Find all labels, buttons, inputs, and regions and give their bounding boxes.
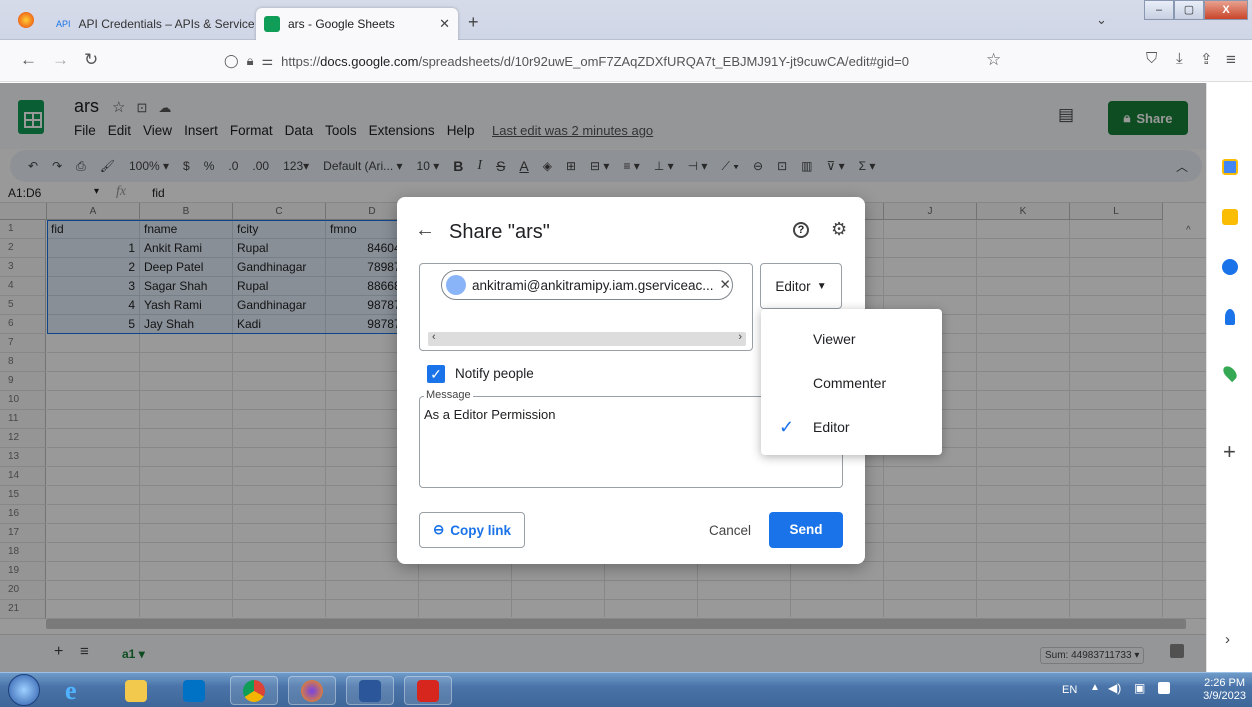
- show-hidden-icons[interactable]: ▲: [1090, 682, 1100, 693]
- role-dropdown-button[interactable]: Editor ▼: [760, 263, 842, 309]
- side-panel: + ›: [1206, 83, 1252, 672]
- clock-time: 2:26 PM: [1204, 677, 1246, 689]
- taskbar-outlook[interactable]: [170, 676, 218, 705]
- tab-api-credentials[interactable]: API API Credentials – APIs & Services – …: [48, 8, 254, 40]
- back-icon[interactable]: ←: [20, 50, 37, 70]
- maximize-button[interactable]: ▢: [1174, 0, 1204, 20]
- caret-down-icon: ▼: [816, 280, 827, 292]
- maps-icon[interactable]: [1220, 363, 1240, 383]
- scroll-left-icon[interactable]: ‹: [432, 331, 436, 343]
- permissions-icon[interactable]: ⚌: [261, 53, 273, 69]
- scroll-right-icon[interactable]: ›: [738, 331, 742, 343]
- role-menu: Viewer Commenter ✓ Editor: [761, 309, 942, 455]
- taskbar-firefox[interactable]: [288, 676, 336, 705]
- language-indicator[interactable]: EN: [1062, 684, 1077, 696]
- downloads-icon[interactable]: ⤓: [1176, 50, 1183, 67]
- volume-icon[interactable]: ◀): [1108, 681, 1121, 695]
- calendar-icon[interactable]: [1222, 159, 1238, 175]
- minimize-button[interactable]: –: [1144, 0, 1174, 20]
- settings-gear-icon[interactable]: ⚙: [831, 219, 847, 240]
- app-menu-icon[interactable]: ≡: [1226, 50, 1236, 70]
- system-clock[interactable]: 2:26 PM 3/9/2023: [1203, 677, 1246, 703]
- role-option-viewer[interactable]: Viewer: [761, 317, 942, 361]
- sheets-icon: [264, 16, 280, 32]
- windows-taskbar: e EN ▲ ◀) ▣ 2:26 PM 3/9/2023: [0, 672, 1252, 707]
- api-icon: API: [56, 19, 71, 29]
- url-bar[interactable]: ◯ 🔒︎ ⚌ https://docs.google.com/spreadshe…: [216, 47, 1012, 75]
- url-text: https://docs.google.com/spreadsheets/d/1…: [281, 53, 909, 69]
- taskbar-word[interactable]: [346, 676, 394, 705]
- tasks-icon[interactable]: [1222, 259, 1238, 275]
- chip-email: ankitrami@ankitramipy.iam.gserviceac...: [472, 277, 714, 293]
- navigation-bar: ← → ↻ ◯ 🔒︎ ⚌ https://docs.google.com/spr…: [0, 40, 1252, 82]
- show-side-panel-icon[interactable]: ›: [1225, 631, 1230, 648]
- message-text: As a Editor Permission: [424, 407, 556, 422]
- copy-link-label: Copy link: [450, 522, 512, 538]
- recipient-chip[interactable]: ankitrami@ankitramipy.iam.gserviceac... …: [441, 270, 733, 300]
- reload-icon[interactable]: ↻: [84, 50, 98, 70]
- folder-icon: [125, 679, 147, 702]
- list-tabs-icon[interactable]: ⌄: [1096, 12, 1107, 28]
- role-option-label: Editor: [813, 419, 850, 435]
- cancel-button[interactable]: Cancel: [709, 523, 751, 538]
- browser-tab-bar: API API Credentials – APIs & Services – …: [0, 0, 1252, 40]
- dialog-title: Share "ars": [449, 221, 550, 243]
- tab-label: API Credentials – APIs & Services –: [78, 17, 254, 31]
- acrobat-icon: [417, 679, 439, 702]
- bookmark-star-icon[interactable]: ☆: [986, 50, 1001, 70]
- contacts-icon[interactable]: [1225, 309, 1235, 325]
- help-icon[interactable]: ?: [793, 222, 809, 238]
- back-arrow-icon[interactable]: ←: [415, 219, 435, 242]
- person-avatar-icon: [446, 275, 466, 295]
- start-button[interactable]: [8, 674, 40, 706]
- role-option-editor[interactable]: ✓ Editor: [761, 405, 942, 449]
- forward-icon[interactable]: →: [52, 50, 69, 70]
- close-tab-icon[interactable]: ✕: [439, 16, 450, 32]
- notify-label: Notify people: [455, 366, 534, 381]
- word-icon: [359, 679, 381, 702]
- role-label: Editor: [775, 278, 811, 294]
- get-addons-icon[interactable]: +: [1223, 439, 1236, 465]
- tab-ars-sheets[interactable]: ars - Google Sheets ✕: [256, 8, 458, 40]
- shield-icon[interactable]: ◯: [224, 53, 239, 69]
- close-window-button[interactable]: X: [1204, 0, 1248, 20]
- pocket-icon[interactable]: ⛉: [1146, 50, 1157, 67]
- new-tab-button[interactable]: +: [468, 12, 479, 33]
- horizontal-scrollbar[interactable]: ‹ ›: [428, 331, 746, 346]
- check-icon: ✓: [779, 417, 795, 437]
- message-label: Message: [424, 389, 473, 401]
- firefox-menu-icon[interactable]: [18, 12, 34, 28]
- taskbar-acrobat[interactable]: [404, 676, 452, 705]
- internet-explorer-icon: e: [65, 675, 77, 705]
- lock-icon[interactable]: 🔒︎: [247, 53, 254, 69]
- taskbar-ie[interactable]: e: [52, 676, 100, 705]
- link-icon: ⊖: [432, 522, 445, 537]
- firefox-icon: [301, 679, 323, 702]
- keep-icon[interactable]: [1222, 209, 1238, 225]
- chrome-icon: [243, 679, 265, 702]
- copy-link-button[interactable]: ⊖ Copy link: [419, 512, 525, 548]
- outlook-icon: [183, 679, 205, 702]
- tab-label: ars - Google Sheets: [288, 17, 395, 31]
- notify-checkbox[interactable]: ✓: [427, 365, 445, 383]
- recipients-field[interactable]: ankitrami@ankitramipy.iam.gserviceac... …: [419, 263, 753, 351]
- window-controls: – ▢ X: [1144, 0, 1248, 20]
- share-page-icon[interactable]: ⇪: [1200, 50, 1213, 68]
- remove-chip-icon[interactable]: ✕: [720, 277, 731, 293]
- taskbar-explorer[interactable]: [112, 676, 160, 705]
- taskbar-chrome[interactable]: [230, 676, 278, 705]
- network-icon[interactable]: ▣: [1134, 681, 1145, 695]
- role-option-commenter[interactable]: Commenter: [761, 361, 942, 405]
- action-center-icon[interactable]: [1158, 682, 1170, 694]
- clock-date: 3/9/2023: [1203, 690, 1246, 702]
- send-button[interactable]: Send: [769, 512, 843, 548]
